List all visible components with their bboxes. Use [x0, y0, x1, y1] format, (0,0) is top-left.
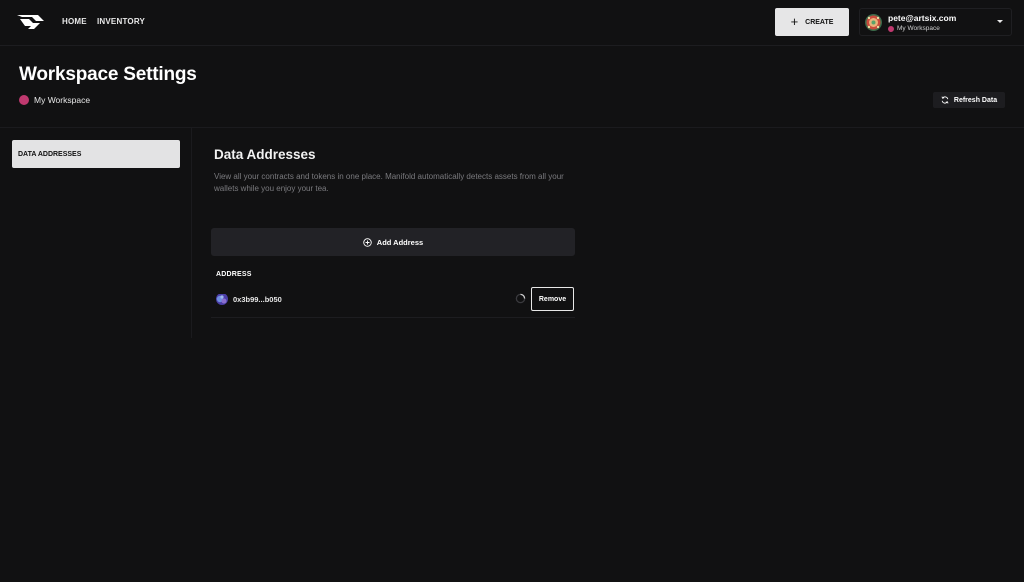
wallet-address: 0x3b99...b050	[233, 295, 282, 304]
refresh-data-button[interactable]: Refresh Data	[933, 92, 1005, 108]
top-navigation-bar: HOME INVENTORY + CREATE pete@artsix.com …	[0, 0, 1024, 46]
refresh-icon	[941, 96, 949, 104]
wallet-avatar-icon	[216, 293, 228, 305]
workspace-color-dot	[888, 25, 894, 32]
add-address-button[interactable]: Add Address	[211, 228, 575, 256]
caret-down-icon	[997, 20, 1003, 23]
plus-icon: +	[790, 14, 799, 29]
plus-circle-icon	[363, 237, 372, 247]
section-description: View all your contracts and tokens in on…	[214, 172, 564, 193]
sidebar-item-data-addresses[interactable]: DATA ADDRESSES	[12, 140, 180, 168]
avatar	[865, 14, 882, 31]
workspace-name: My Workspace	[34, 95, 91, 105]
create-button[interactable]: + CREATE	[775, 8, 849, 36]
remove-button[interactable]: Remove	[531, 287, 574, 311]
section-title: Data Addresses	[214, 147, 316, 162]
account-workspace-label: My Workspace	[897, 25, 940, 32]
page-title: Workspace Settings	[19, 64, 197, 85]
account-email: pete@artsix.com	[888, 13, 957, 23]
account-menu[interactable]: pete@artsix.com My Workspace	[859, 8, 1012, 36]
address-column-header: ADDRESS	[216, 271, 252, 278]
table-row: 0x3b99...b050 Remove	[211, 283, 575, 318]
sidebar-item-label: DATA ADDRESSES	[18, 150, 82, 158]
workspace-color-dot	[19, 95, 29, 105]
manifold-logo-icon[interactable]	[16, 14, 46, 31]
workspace-badge: My Workspace	[19, 95, 90, 105]
create-button-label: CREATE	[805, 18, 834, 26]
add-address-label: Add Address	[376, 237, 424, 247]
header-divider	[0, 127, 1024, 128]
sidebar-divider	[191, 128, 192, 338]
nav-inventory-link[interactable]: INVENTORY	[97, 17, 145, 26]
refresh-data-label: Refresh Data	[953, 96, 998, 104]
nav-home-link[interactable]: HOME	[62, 17, 87, 26]
account-workspace: My Workspace	[888, 25, 940, 32]
spinner-icon	[515, 293, 526, 304]
